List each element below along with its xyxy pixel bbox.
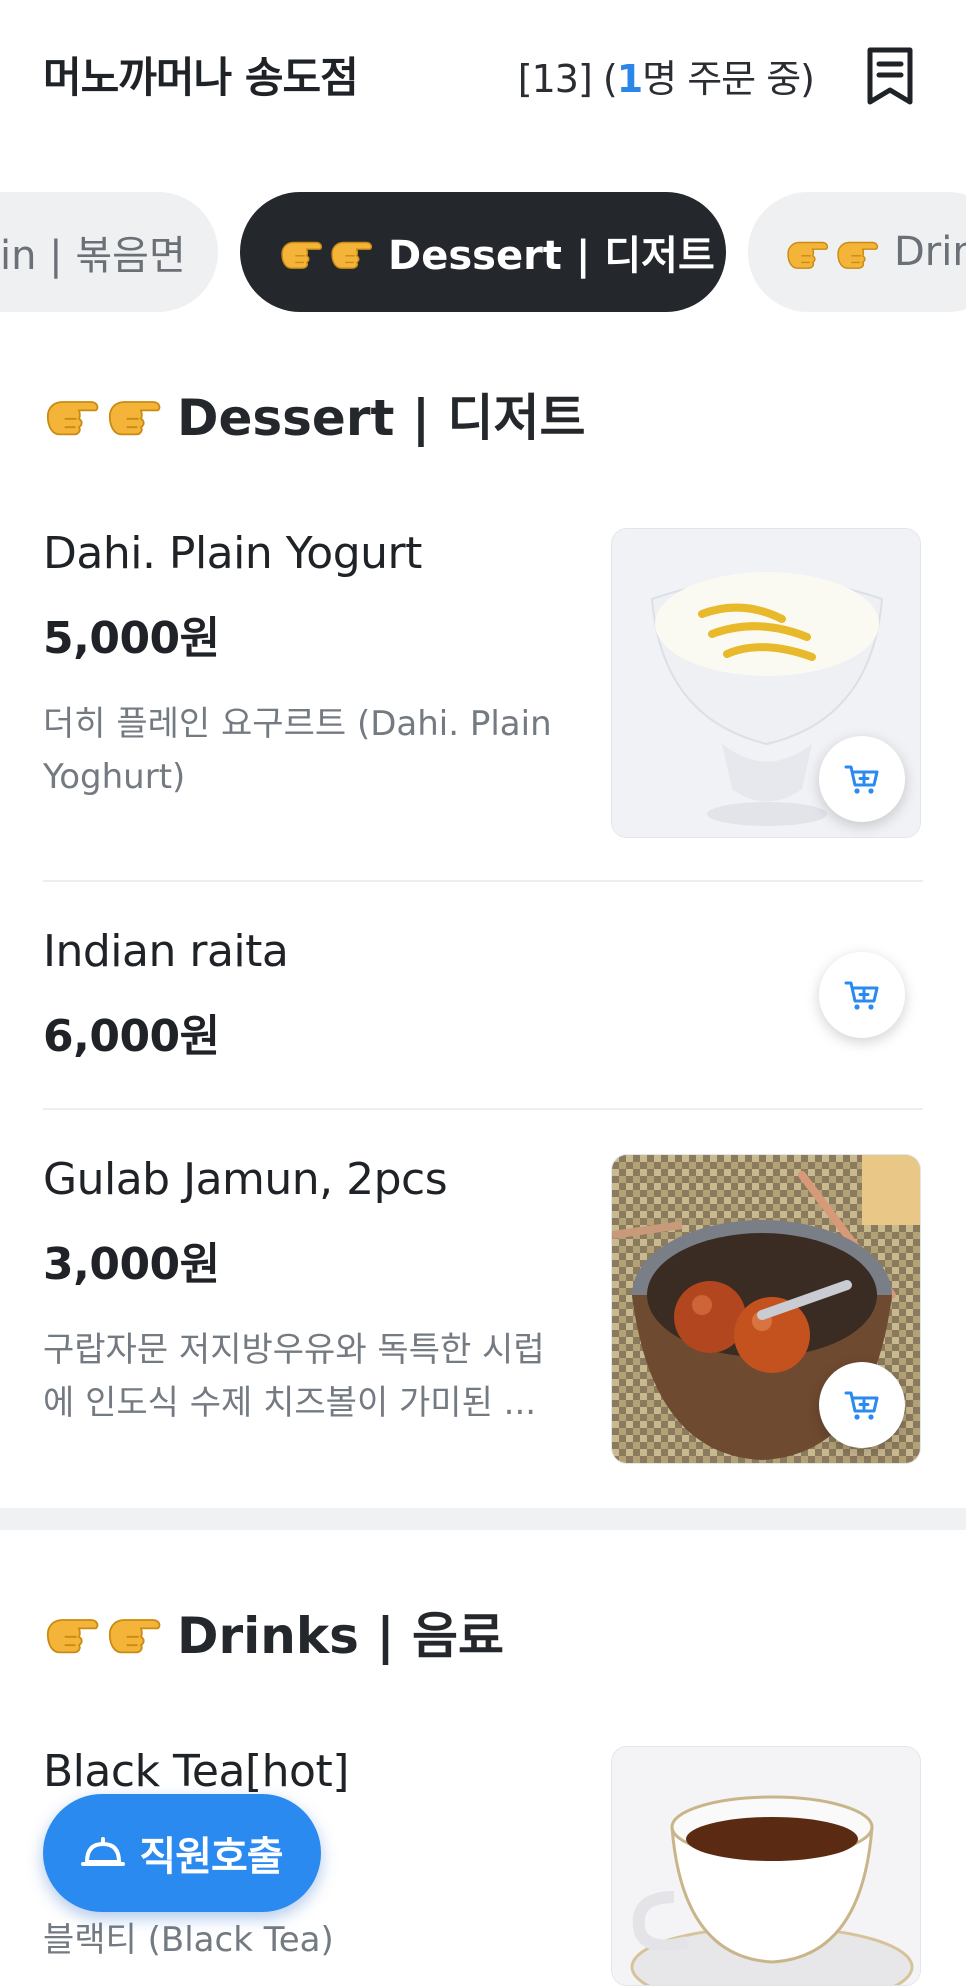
pointing-hand-icon xyxy=(784,233,884,271)
item-name: Indian raita xyxy=(43,926,289,977)
tab-label: Dessert | 디저트 xyxy=(388,233,715,279)
item-name: Gulab Jamun, 2pcs xyxy=(43,1154,448,1205)
section-title-text: Dessert | 디저트 xyxy=(177,389,586,447)
add-to-cart-button[interactable] xyxy=(819,952,905,1038)
menu-item[interactable]: Dahi. Plain Yogurt 5,000원 더히 플레인 요구르트 (D… xyxy=(43,528,923,838)
receipt-icon[interactable] xyxy=(862,44,918,108)
add-to-cart-button[interactable] xyxy=(819,736,905,822)
item-description: 블랙티 (Black Tea) xyxy=(43,1920,334,1960)
store-name: 머노까머나 송도점 xyxy=(43,53,359,102)
staff-call-label: 직원호출 xyxy=(139,1834,283,1880)
item-description: 더히 플레인 요구르트 (Dahi. Plain Yoghurt) xyxy=(43,704,552,797)
item-price: 5,000원 xyxy=(43,613,220,664)
cart-plus-icon xyxy=(842,759,882,799)
add-to-cart-button[interactable] xyxy=(819,1362,905,1448)
category-tabs: in | 볶음면 Dessert | 디저트 Drin xyxy=(0,192,966,314)
divider xyxy=(43,1108,923,1110)
menu-item[interactable]: Gulab Jamun, 2pcs 3,000원 구랍자문 저지방우유와 독특한… xyxy=(43,1154,923,1464)
section-title-drinks: Drinks | 음료 xyxy=(43,1596,504,1668)
cart-plus-icon xyxy=(842,1385,882,1425)
bell-icon xyxy=(81,1837,126,1866)
tab-fried-noodles[interactable]: in | 볶음면 xyxy=(0,192,218,312)
section-separator xyxy=(0,1508,966,1530)
pointing-hand-icon xyxy=(43,390,167,438)
header: 머노까머나 송도점 [13] (1명 주문 중) xyxy=(0,0,966,150)
cart-plus-icon xyxy=(842,975,882,1015)
item-name: Black Tea[hot] xyxy=(43,1746,349,1797)
tab-label: in | 볶음면 xyxy=(0,233,186,279)
pointing-hand-icon xyxy=(43,1608,167,1656)
item-name: Dahi. Plain Yogurt xyxy=(43,528,422,579)
item-price: 6,000원 xyxy=(43,1011,220,1062)
staff-call-button[interactable]: 직원호출 xyxy=(43,1794,321,1912)
tab-drinks[interactable]: Drin xyxy=(748,192,966,312)
table-number: [13] ( xyxy=(517,57,618,101)
menu-item[interactable]: Indian raita 6,000원 xyxy=(43,926,923,1066)
tab-dessert[interactable]: Dessert | 디저트 xyxy=(240,192,726,312)
black-tea-image xyxy=(611,1746,921,1986)
section-title-dessert: Dessert | 디저트 xyxy=(43,378,585,450)
item-description: 구랍자문 저지방우유와 독특한 시럽에 인도식 수제 치즈볼이 가미된 ... xyxy=(43,1330,545,1423)
section-title-text: Drinks | 음료 xyxy=(177,1607,504,1665)
order-count: 1 xyxy=(616,57,643,101)
item-price: 3,000원 xyxy=(43,1239,220,1290)
divider xyxy=(43,880,923,882)
table-order-status: [13] (1명 주문 중) xyxy=(517,48,815,103)
tab-label: Drin xyxy=(894,229,966,275)
order-status-suffix: 명 주문 중) xyxy=(642,57,815,101)
pointing-hand-icon xyxy=(278,233,378,271)
